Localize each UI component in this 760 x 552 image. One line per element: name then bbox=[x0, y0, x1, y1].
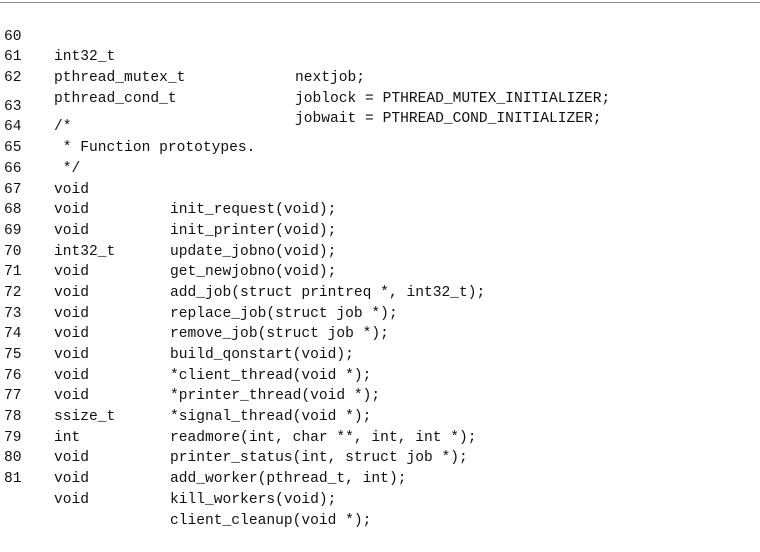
code-line-81: 81 void client_cleanup(void *); bbox=[0, 448, 760, 528]
code-line-72: 72 void remove_job(struct job *); bbox=[0, 262, 760, 342]
code-listing: 60 int32_t nextjob; 61 pthread_mutex_t j… bbox=[0, 6, 760, 529]
code-line-69: 69 int32_t get_newjobno(void); bbox=[0, 200, 760, 280]
code-line-70: 70 void add_job(struct printreq *, int32… bbox=[0, 221, 760, 301]
code-line-64: 64 * Function prototypes. bbox=[0, 97, 760, 156]
code-line-73: 73 void build_qonstart(void); bbox=[0, 283, 760, 363]
code-line-80: 80 void kill_workers(void); bbox=[0, 428, 760, 507]
code-line-65: 65 */ bbox=[0, 117, 760, 177]
code-line-76: 76 void *signal_thread(void *); bbox=[0, 345, 760, 425]
function-decl: add_worker(pthread_t, int); bbox=[170, 471, 407, 488]
line-number: 81 bbox=[4, 471, 22, 488]
code-line-61: 61 pthread_mutex_t joblock = PTHREAD_MUT… bbox=[0, 27, 760, 106]
code-line-79: 79 void add_worker(pthread_t, int); bbox=[0, 407, 760, 487]
code-line-68: 68 void update_jobno(void); bbox=[0, 180, 760, 259]
code-line-62: 62 pthread_cond_t jobwait = PTHREAD_COND… bbox=[0, 47, 760, 127]
code-line-63: 63 /* bbox=[0, 76, 760, 136]
return-type: void bbox=[54, 491, 90, 508]
function-decl: client_cleanup(void *); bbox=[170, 512, 372, 529]
code-line-67: 67 void init_printer(void); bbox=[0, 159, 760, 239]
return-type: void bbox=[54, 471, 90, 488]
code-line-77: 77 ssize_t readmore(int, char **, int, i… bbox=[0, 366, 760, 445]
top-rule bbox=[0, 2, 760, 3]
code-line-60: 60 int32_t nextjob; bbox=[0, 6, 760, 86]
code-line-66: 66 void init_request(void); bbox=[0, 138, 760, 218]
code-line-75: 75 void *printer_thread(void *); bbox=[0, 324, 760, 404]
code-line-71: 71 void replace_job(struct job *); bbox=[0, 242, 760, 321]
function-decl: kill_workers(void); bbox=[170, 491, 337, 508]
code-line-78: 78 int printer_status(int, struct job *)… bbox=[0, 386, 760, 466]
code-line-74: 74 void *client_thread(void *); bbox=[0, 304, 760, 383]
